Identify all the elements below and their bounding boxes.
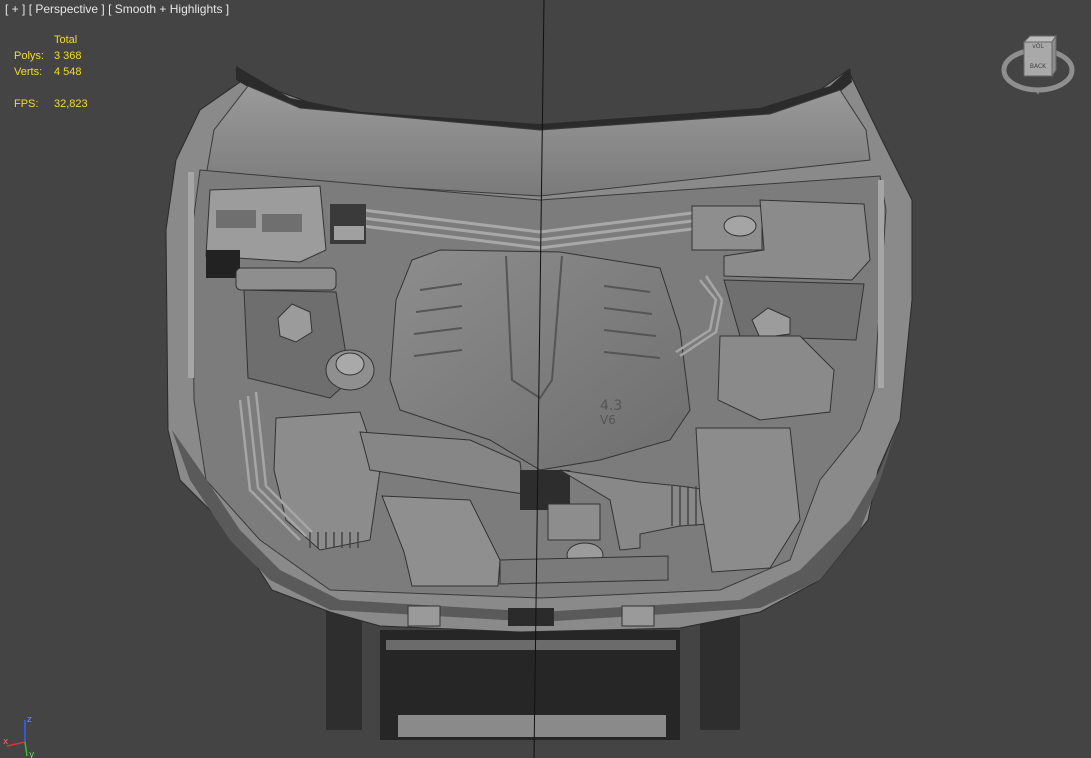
viewcube-top-face[interactable]: vOL (1032, 43, 1044, 50)
stats-fps-value: 32,823 (54, 98, 88, 110)
engine-bay-model[interactable]: 4.3 V6 (0, 0, 1091, 758)
stats-verts-value: 4 548 (54, 66, 82, 78)
stats-polys-value: 3 368 (54, 50, 82, 62)
stats-verts-label: Verts: (14, 66, 43, 78)
stats-fps-label: FPS: (14, 98, 39, 110)
viewport-shading-menu[interactable]: [ Smooth + Highlights ] (108, 2, 229, 16)
axis-y-label: y (29, 750, 35, 758)
viewport-label-menu[interactable]: [ + ] [ Perspective ] [ Smooth + Highlig… (5, 2, 229, 16)
right-rail (878, 180, 884, 388)
viewcube-arrow-icon[interactable] (1036, 90, 1040, 95)
stats-total-header: Total (54, 34, 78, 46)
viewport-statistics: Total Polys: 3 368 Verts: 4 548 FPS: 32,… (14, 32, 88, 112)
left-rail (188, 172, 194, 378)
viewcube-back-face[interactable]: BACK (1030, 63, 1047, 70)
axis-y-line (24, 741, 28, 757)
viewcube[interactable]: vOL BACK (1000, 32, 1076, 98)
engine-decal-type: V6 (600, 413, 616, 427)
stats-polys-label: Polys: (14, 50, 44, 62)
axis-x-label: x (3, 737, 9, 747)
front-latch (508, 608, 554, 626)
axis-x-line (6, 741, 26, 747)
front-clip-left (407, 605, 441, 627)
perspective-viewport[interactable]: 4.3 V6 [+] [Perspective] [Smooth + … (0, 0, 1091, 758)
viewport-view-menu[interactable]: [ Perspective ] (29, 2, 105, 16)
axis-tripod: z x y (3, 715, 35, 758)
axis-z-label: z (27, 715, 32, 725)
engine-decal-size: 4.3 (600, 398, 622, 414)
viewport-general-menu[interactable]: [ + ] (5, 2, 25, 16)
front-clip-right (621, 605, 655, 627)
